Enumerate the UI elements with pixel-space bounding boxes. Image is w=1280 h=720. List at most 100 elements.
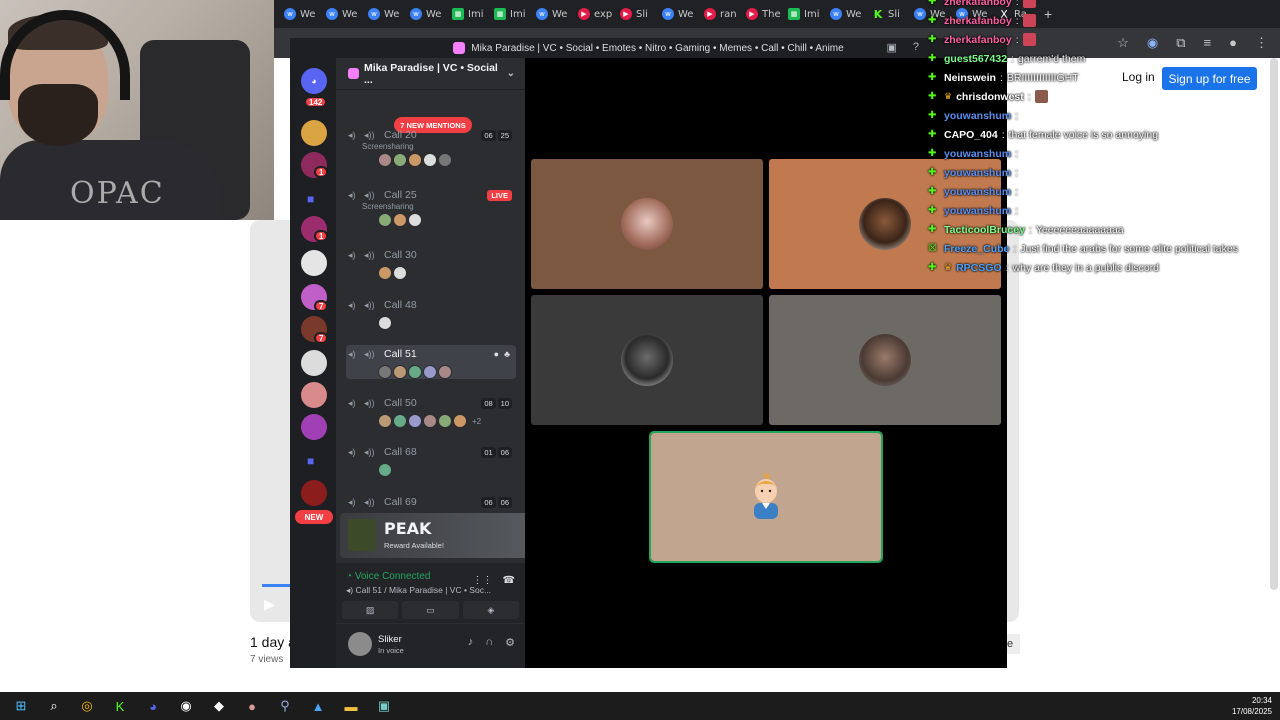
voice-channel-item[interactable]: ◂) ◂)) Call 68 01 06 xyxy=(346,443,516,477)
avatar[interactable] xyxy=(408,213,422,227)
voice-channel-item[interactable]: ◂) ◂)) Call 69 06 06 xyxy=(346,493,516,511)
avatar[interactable] xyxy=(393,365,407,379)
settings-gear-icon[interactable]: ⚙ xyxy=(505,636,515,649)
photos-icon[interactable]: ▲ xyxy=(306,696,330,716)
play-icon[interactable]: ▶ xyxy=(264,596,275,613)
avatar[interactable] xyxy=(393,213,407,227)
avatar[interactable] xyxy=(423,414,437,428)
kick-icon[interactable]: K xyxy=(108,696,132,716)
avatar[interactable] xyxy=(408,414,422,428)
chat-username[interactable]: zherkafanboy xyxy=(944,34,1012,46)
avatar[interactable] xyxy=(438,153,452,167)
avatar[interactable] xyxy=(393,414,407,428)
voice-channel-item[interactable]: ◂) ◂)) Call 48 xyxy=(346,296,516,330)
microphone-icon[interactable]: ♪ xyxy=(468,636,474,649)
folder-icon[interactable]: ■ xyxy=(307,192,321,206)
help-icon[interactable]: ? xyxy=(913,41,919,54)
participant-tile-speaking[interactable] xyxy=(649,431,883,563)
new-pill[interactable]: NEW xyxy=(295,510,333,524)
chat-bubble-icon[interactable]: ● xyxy=(494,349,499,359)
noise-suppression-icon[interactable]: ⋮⋮ xyxy=(473,575,493,586)
browser-tab[interactable]: ▦ Imi xyxy=(788,3,830,25)
davinci-icon[interactable]: ◆ xyxy=(207,696,231,716)
voice-channel-item[interactable]: ◂) ◂)) Call 50 08 10 +2 xyxy=(346,394,516,428)
avatar[interactable] xyxy=(348,632,372,656)
chat-username[interactable]: Freeze_Cube xyxy=(944,243,1009,255)
page-scrollbar[interactable] xyxy=(1270,58,1278,590)
server-icon-7[interactable] xyxy=(301,350,327,376)
home-icon[interactable]: ◕ xyxy=(301,68,327,94)
browser-tab[interactable]: w We xyxy=(284,3,326,25)
server-icon-1[interactable] xyxy=(301,120,327,146)
voice-channel-item[interactable]: ◂) ◂)) Call 20 06 25 Screensharing xyxy=(346,126,516,167)
browser-tab[interactable]: w We xyxy=(830,3,872,25)
steam-icon[interactable]: ⚲ xyxy=(273,696,297,716)
file-explorer-icon[interactable]: ▬ xyxy=(339,696,363,716)
server-header[interactable]: Mika Paradise | VC • Social ... ⌄ xyxy=(336,58,525,90)
avatar[interactable] xyxy=(423,153,437,167)
inbox-icon[interactable]: ▣ xyxy=(886,41,896,54)
avatar[interactable] xyxy=(378,414,392,428)
participant-tile[interactable] xyxy=(531,295,763,425)
chat-username[interactable]: RPCSGO xyxy=(956,262,1002,274)
app-active-icon[interactable]: ▣ xyxy=(372,696,396,716)
server-icon-8[interactable] xyxy=(301,382,327,408)
server-icon-10[interactable] xyxy=(301,480,327,506)
chrome-icon[interactable]: ◎ xyxy=(75,696,99,716)
avatar[interactable] xyxy=(378,213,392,227)
chat-username[interactable]: youwanshum xyxy=(944,110,1011,122)
browser-tab[interactable]: w We xyxy=(368,3,410,25)
avatar[interactable] xyxy=(423,365,437,379)
server-icon-4[interactable] xyxy=(301,250,327,276)
browser-tab[interactable]: ▶ Sli xyxy=(620,3,662,25)
browser-tab[interactable]: w We xyxy=(326,3,368,25)
browser-tab[interactable]: ▶ exp xyxy=(578,3,620,25)
browser-tab[interactable]: w We xyxy=(410,3,452,25)
avatar[interactable] xyxy=(438,365,452,379)
avatar[interactable] xyxy=(408,153,422,167)
participant-tile[interactable] xyxy=(531,159,763,289)
avatar[interactable] xyxy=(378,365,392,379)
browser-tab[interactable]: ▦ Imi xyxy=(494,3,536,25)
activity-button[interactable]: ◈ xyxy=(462,601,519,619)
avatar[interactable] xyxy=(453,414,467,428)
chat-username[interactable]: chrisdonwest xyxy=(956,91,1024,103)
browser-tab[interactable]: ▦ Imi xyxy=(452,3,494,25)
chevron-down-icon[interactable]: ⌄ xyxy=(507,68,515,79)
disconnect-icon[interactable]: ☎ xyxy=(503,575,515,586)
chat-username[interactable]: guest567432 xyxy=(944,53,1007,65)
voice-channel-item[interactable]: ◂) ◂)) Call 51 ● ♣ xyxy=(346,345,516,379)
avatar[interactable] xyxy=(378,153,392,167)
voice-channel-item[interactable]: ◂) ◂)) Call 25 LIVE Screensharing xyxy=(346,186,516,227)
voice-channel[interactable]: ◂) Call 51 / Mika Paradise | VC • Soc... xyxy=(346,585,506,596)
browser-tab[interactable]: K Sli xyxy=(872,3,914,25)
chat-username[interactable]: youwanshum xyxy=(944,148,1011,160)
app-icon[interactable]: ● xyxy=(240,696,264,716)
avatar[interactable] xyxy=(378,316,392,330)
participant-tile[interactable] xyxy=(769,295,1001,425)
browser-tab[interactable]: ▶ The xyxy=(746,3,788,25)
invite-icon[interactable]: ♣ xyxy=(504,349,510,359)
voice-channel-item[interactable]: ◂) ◂)) Call 30 xyxy=(346,246,516,280)
browser-tab[interactable]: w We xyxy=(662,3,704,25)
chat-username[interactable]: zherkafanboy xyxy=(944,15,1012,27)
chat-username[interactable]: youwanshum xyxy=(944,186,1011,198)
browser-tab[interactable]: w We xyxy=(536,3,578,25)
search-icon[interactable]: ⌕ xyxy=(42,696,66,716)
obs-icon[interactable]: ◉ xyxy=(174,696,198,716)
discord-icon[interactable]: ◕ xyxy=(141,696,165,716)
avatar[interactable] xyxy=(393,153,407,167)
headphones-icon[interactable]: ∩ xyxy=(485,636,493,649)
server-icon-9[interactable] xyxy=(301,414,327,440)
avatar[interactable] xyxy=(378,463,392,477)
screenshare-button[interactable]: ▭ xyxy=(402,601,459,619)
windows-start-icon[interactable]: ⊞ xyxy=(9,696,33,716)
chat-username[interactable]: Neinswein xyxy=(944,72,996,84)
avatar[interactable] xyxy=(378,266,392,280)
chat-username[interactable]: youwanshum xyxy=(944,167,1011,179)
avatar[interactable] xyxy=(408,365,422,379)
system-clock[interactable]: 20:34 17/08/2025 xyxy=(1232,695,1272,717)
camera-button[interactable]: ▨ xyxy=(342,601,399,619)
chat-username[interactable]: zherkafanboy xyxy=(944,0,1012,8)
avatar[interactable] xyxy=(393,266,407,280)
